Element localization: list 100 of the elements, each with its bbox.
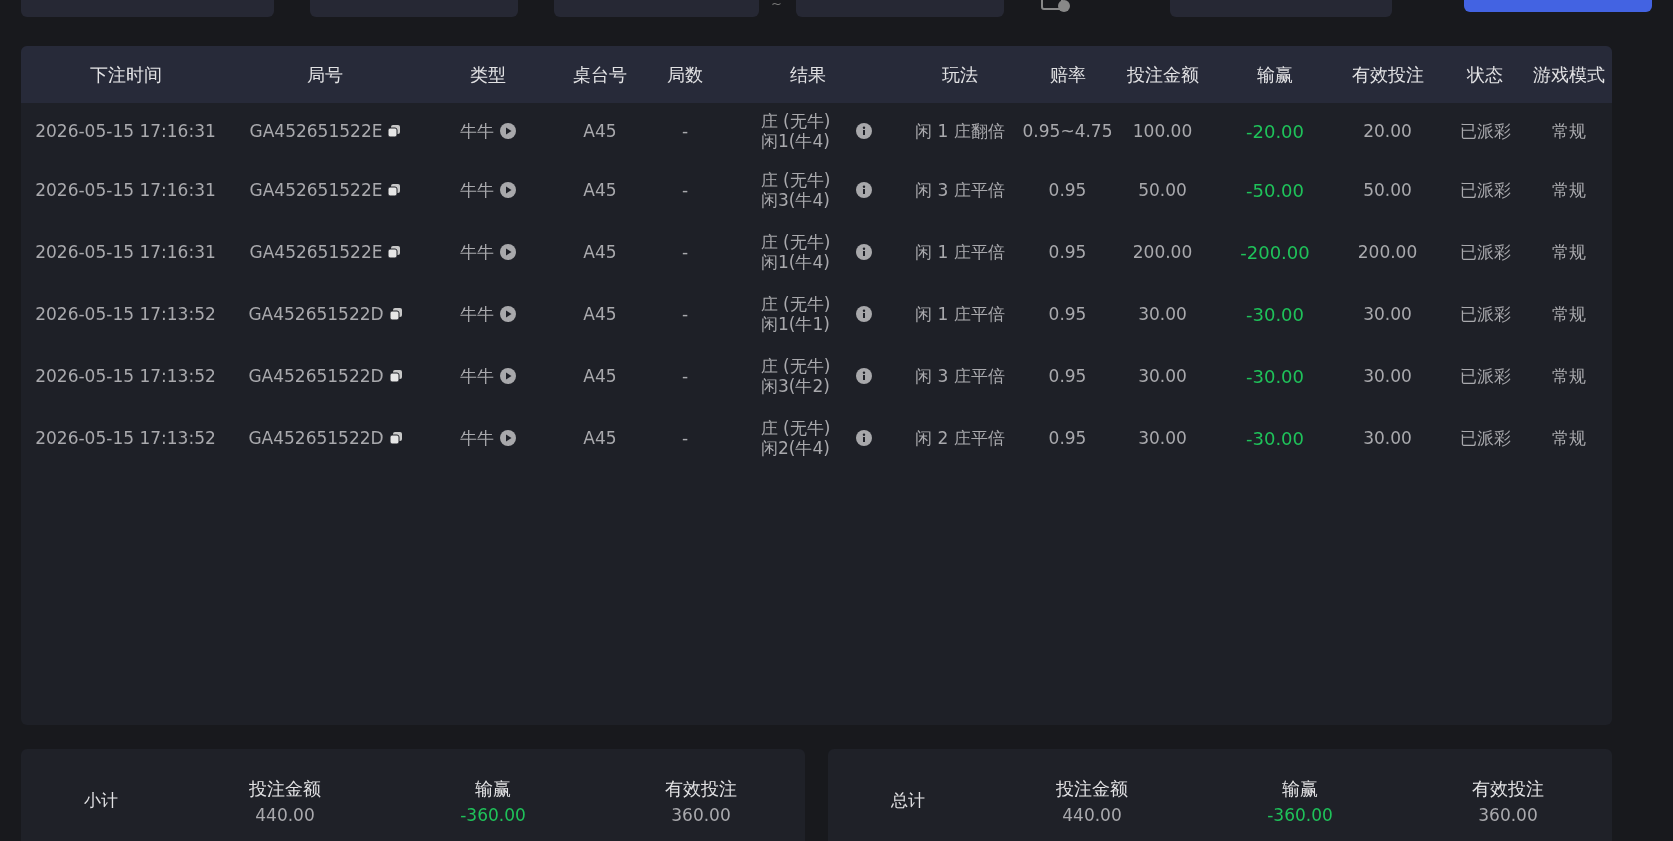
table-cell: 0.95 — [1048, 428, 1087, 448]
game-type: 牛牛 — [459, 302, 494, 326]
table-cell: 100.00 — [1132, 121, 1193, 141]
table-cell: 30.00 — [1138, 428, 1187, 448]
info-icon[interactable] — [856, 244, 873, 260]
table-cell: 闲 1 庄平倍 — [915, 302, 1005, 326]
table-cell: 已派彩 — [1459, 302, 1511, 326]
stat-label: 投注金额 — [249, 777, 321, 801]
info-icon[interactable] — [856, 306, 873, 322]
table-cell: 常规 — [1551, 302, 1586, 326]
stat-value: 440.00 — [255, 805, 315, 825]
range-separator: ~ — [771, 0, 782, 8]
table-cell: 常规 — [1551, 119, 1586, 143]
table-cell: 0.95 — [1048, 180, 1087, 200]
table-cell: 50.00 — [1138, 180, 1187, 200]
table-cell: 30.00 — [1363, 304, 1412, 324]
table-cell: 30.00 — [1363, 366, 1412, 386]
table-cell: A45 — [583, 366, 617, 386]
table-cell: 常规 — [1551, 426, 1586, 450]
win-loss-total: -360.00 — [460, 805, 526, 825]
result-text: 庄 (无牛) 闲2(牛4) — [760, 418, 831, 458]
game-type: 牛牛 — [459, 426, 494, 450]
table-cell: 20.00 — [1363, 121, 1412, 141]
play-icon[interactable] — [499, 244, 516, 260]
table-cell: 已派彩 — [1459, 240, 1511, 264]
table-cell: 已派彩 — [1459, 364, 1511, 388]
play-icon[interactable] — [499, 306, 516, 322]
table-cell: A45 — [583, 428, 617, 448]
table-cell: 2026-05-15 17:16:31 — [35, 180, 216, 200]
play-icon[interactable] — [499, 368, 516, 384]
stat-label: 有效投注 — [1472, 777, 1544, 801]
column-header: 局数 — [666, 62, 704, 87]
play-icon[interactable] — [499, 182, 516, 198]
info-icon[interactable] — [856, 368, 873, 384]
column-header: 类型 — [468, 62, 507, 87]
summary-label: 总计 — [890, 789, 926, 812]
table-cell: - — [681, 304, 689, 324]
summary-label: 小计 — [83, 789, 119, 812]
info-icon[interactable] — [856, 182, 873, 198]
round-number: GA452651522E — [249, 242, 383, 262]
copy-icon[interactable] — [388, 246, 401, 258]
column-header: 结果 — [788, 62, 827, 87]
table-cell: 30.00 — [1138, 304, 1187, 324]
table-cell: 闲 1 庄翻倍 — [915, 119, 1005, 143]
table-cell: 常规 — [1551, 364, 1586, 388]
copy-icon[interactable] — [389, 370, 402, 382]
round-number: GA452651522D — [248, 366, 384, 386]
table-cell: 30.00 — [1363, 428, 1412, 448]
table-cell: 50.00 — [1363, 180, 1412, 200]
info-icon[interactable] — [856, 430, 873, 446]
table-cell: 常规 — [1551, 178, 1586, 202]
table-cell: 0.95 — [1048, 242, 1087, 262]
play-icon[interactable] — [499, 430, 516, 446]
table-cell: - — [681, 428, 689, 448]
result-text: 庄 (无牛) 闲3(牛2) — [760, 356, 831, 396]
column-header: 赔率 — [1048, 62, 1087, 87]
copy-icon[interactable] — [389, 308, 402, 320]
table-cell: 已派彩 — [1459, 119, 1511, 143]
table-cell: 0.95 — [1048, 366, 1087, 386]
win-loss-total: -360.00 — [1267, 805, 1333, 825]
copy-icon[interactable] — [388, 125, 401, 137]
win-loss-amount: -200.00 — [1240, 241, 1310, 263]
win-loss-amount: -30.00 — [1246, 427, 1304, 449]
column-header: 输赢 — [1256, 62, 1294, 87]
stat-label: 输赢 — [1282, 777, 1318, 801]
table-cell: 2026-05-15 17:13:52 — [35, 428, 216, 448]
stat-label: 输赢 — [475, 777, 511, 801]
table-cell: 200.00 — [1132, 242, 1193, 262]
win-loss-amount: -30.00 — [1246, 303, 1304, 325]
game-type: 牛牛 — [459, 364, 494, 388]
column-header: 有效投注 — [1350, 62, 1425, 87]
table-cell: A45 — [583, 242, 617, 262]
table-cell: 30.00 — [1138, 366, 1187, 386]
table-cell: 2026-05-15 17:13:52 — [35, 366, 216, 386]
stat-value: 360.00 — [671, 805, 731, 825]
copy-icon[interactable] — [388, 184, 401, 196]
play-icon[interactable] — [499, 123, 516, 139]
copy-icon[interactable] — [389, 432, 402, 444]
win-loss-amount: -50.00 — [1246, 179, 1304, 201]
column-header: 游戏模式 — [1531, 62, 1606, 87]
table-cell: 200.00 — [1357, 242, 1418, 262]
table-cell: 闲 2 庄平倍 — [915, 426, 1005, 450]
game-type: 牛牛 — [459, 240, 494, 264]
table-cell: - — [681, 180, 689, 200]
game-type: 牛牛 — [459, 178, 494, 202]
round-number: GA452651522E — [249, 180, 383, 200]
win-loss-amount: -30.00 — [1246, 365, 1304, 387]
result-text: 庄 (无牛) 闲1(牛4) — [760, 232, 831, 272]
table-cell: - — [681, 366, 689, 386]
table-cell: 闲 3 庄平倍 — [915, 178, 1005, 202]
table-cell: 0.95~4.75 — [1022, 121, 1113, 141]
round-number: GA452651522D — [248, 428, 384, 448]
table-cell: 闲 1 庄平倍 — [915, 240, 1005, 264]
info-icon[interactable] — [856, 123, 873, 139]
result-text: 庄 (无牛) 闲1(牛4) — [760, 111, 831, 151]
table-cell: - — [681, 242, 689, 262]
round-number: GA452651522D — [248, 304, 384, 324]
result-text: 庄 (无牛) 闲3(牛4) — [760, 170, 831, 210]
column-header: 投注金额 — [1125, 62, 1200, 87]
table-cell: 2026-05-15 17:13:52 — [35, 304, 216, 324]
